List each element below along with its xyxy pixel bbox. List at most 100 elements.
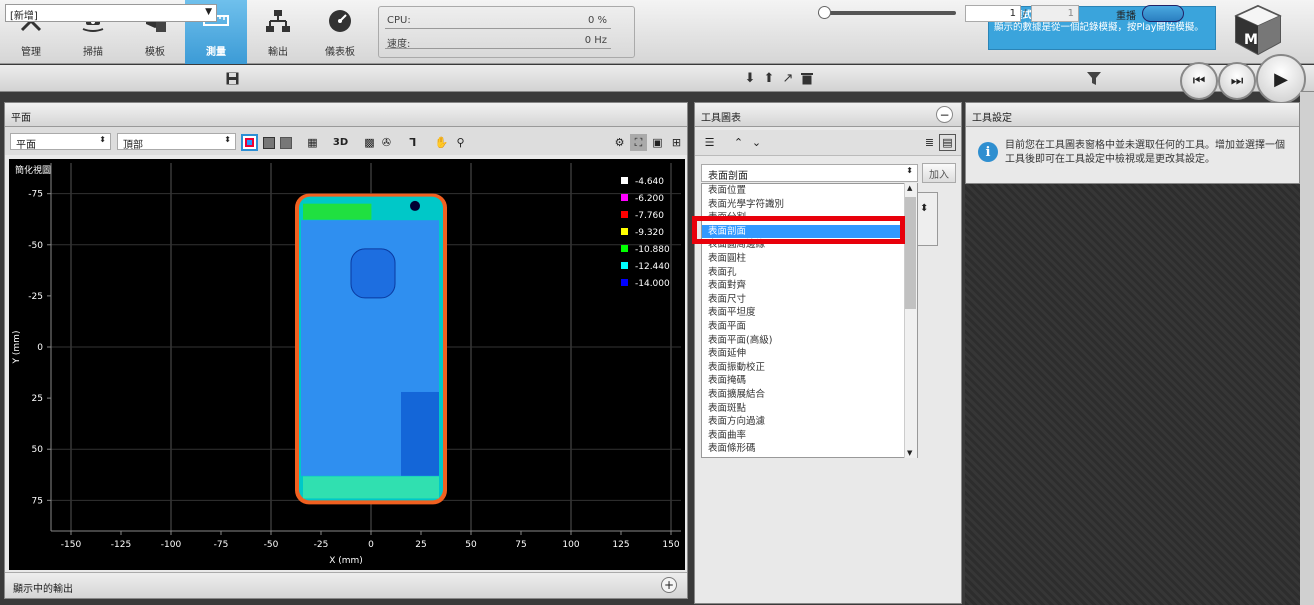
gray-mode-icon[interactable] (277, 134, 294, 151)
view-type-select[interactable]: 平面 ⬍ (10, 133, 111, 151)
trash-icon[interactable] (799, 70, 815, 86)
speed-metric: 速度: 0 Hz (385, 33, 611, 50)
scroll-down-icon[interactable]: ▼ (907, 449, 912, 457)
filter-icon[interactable] (1086, 70, 1102, 86)
chart-title: 簡化視圖 (15, 164, 51, 176)
dropdown-option[interactable]: 表面平面(高級) (702, 334, 906, 348)
hand-pan-icon[interactable]: ✋ (433, 134, 450, 151)
legend-swatch (621, 245, 628, 252)
dropdown-option[interactable]: 表面對齊 (702, 279, 906, 293)
dropdown-option[interactable]: 表面擴展結合 (702, 388, 906, 402)
export-icon[interactable]: ↗ (780, 70, 796, 86)
dropdown-option[interactable]: 表面尺寸 (702, 293, 906, 307)
settings-gear-icon[interactable]: ⚙ (611, 134, 628, 151)
3d-view-button[interactable]: 3D (332, 134, 349, 151)
color-mode-icon[interactable] (241, 134, 258, 151)
speed-value: 0 Hz (584, 35, 607, 46)
zoom-icon[interactable]: ⚲ (452, 134, 469, 151)
upload-icon[interactable]: ⬆ (761, 70, 777, 86)
page-current-input[interactable]: 1 (965, 5, 1021, 22)
toolbar-network-button[interactable]: 輸出 (247, 0, 309, 64)
plane-panel-title: 平面 (5, 103, 687, 127)
window-icon[interactable]: ▣ (649, 134, 666, 151)
highlight-box (692, 216, 905, 244)
mesh-icon[interactable]: ▩ (361, 134, 378, 151)
collapse-all-icon[interactable]: ⌄ (748, 134, 765, 151)
aperture-icon[interactable]: ✇ (378, 134, 395, 151)
tool-type-select[interactable]: 表面剖面 ⬍ (701, 164, 918, 182)
legend-label: -4.640 (635, 177, 664, 187)
y-tick-label: 50 (32, 445, 44, 455)
legend-swatch (621, 177, 628, 184)
y-tick-label: -50 (28, 241, 43, 251)
add-view-icon[interactable]: ⊞ (668, 134, 685, 151)
updown-icon: ⬍ (920, 203, 929, 214)
dropdown-option[interactable]: 表面圓柱 (702, 252, 906, 266)
play-button[interactable]: ▶ (1256, 54, 1306, 104)
x-tick-label: 50 (465, 540, 477, 550)
legend-swatch (621, 279, 628, 286)
empty-workspace (965, 184, 1300, 605)
toolbar-gauge-button[interactable]: 儀表板 (309, 0, 371, 64)
fit-view-icon[interactable]: ⛶ (630, 134, 647, 151)
dropdown-option[interactable]: 表面振動校正 (702, 361, 906, 375)
tool-settings-title: 工具設定 (966, 103, 1299, 127)
replay-toggle[interactable] (1142, 5, 1184, 22)
profile-icon[interactable]: ⅂ (404, 134, 421, 151)
view-position-select[interactable]: 頂部 ⬍ (117, 133, 236, 151)
playback-slider[interactable] (818, 11, 956, 15)
minus-icon: − (939, 107, 950, 122)
save-icon[interactable] (224, 70, 240, 86)
add-tool-button[interactable]: 加入 (922, 163, 956, 183)
x-tick-label: 125 (612, 540, 629, 550)
legend-label: -6.200 (635, 194, 664, 204)
next-frame-button[interactable]: ⏭ (1218, 62, 1256, 100)
dropdown-option[interactable]: 表面孔 (702, 266, 906, 280)
job-select[interactable]: [新增] ▼ (5, 4, 217, 22)
skip-back-icon: ⏮ (1192, 73, 1206, 89)
detail-view-icon[interactable]: ▤ (939, 134, 956, 151)
gauge-icon (327, 8, 353, 43)
x-tick-label: 75 (515, 540, 526, 550)
y-tick-label: 75 (32, 496, 43, 506)
dropdown-option[interactable]: 表面平坦度 (702, 306, 906, 320)
download-icon[interactable]: ⬇ (742, 70, 758, 86)
dropdown-option[interactable]: 表面掩碼 (702, 374, 906, 388)
tool-chart-title: 工具圖表 (695, 103, 961, 127)
grid-view-icon[interactable]: ▦ (304, 134, 321, 151)
expand-all-icon[interactable]: ⌃ (730, 134, 747, 151)
dropdown-scroll-thumb[interactable] (905, 197, 916, 309)
list-view-icon[interactable]: ☰ (701, 134, 718, 151)
x-tick-label: -25 (314, 540, 329, 550)
plot-area[interactable]: -150 -125 -100 -75 -50 -25 0 25 50 75 100 125 150 -75… (9, 159, 685, 570)
right-scrollbar[interactable] (1300, 92, 1314, 605)
expand-output-button[interactable]: + (661, 577, 677, 593)
x-tick-label: -75 (214, 540, 229, 550)
x-tick-label: -50 (264, 540, 279, 550)
legend-label: -9.320 (635, 228, 664, 238)
heatmap-chart: -150 -125 -100 -75 -50 -25 0 25 50 75 100 125 150 -75… (12, 163, 681, 566)
prev-frame-button[interactable]: ⏮ (1180, 62, 1218, 100)
dropdown-option[interactable]: 表面平面 (702, 320, 906, 334)
compact-view-icon[interactable]: ≣ (921, 134, 938, 151)
intensity-mode-icon[interactable] (260, 134, 277, 151)
dropdown-option[interactable]: 表面光學字符識別 (702, 198, 906, 212)
toolbar-label: 儀表板 (325, 47, 355, 58)
x-tick-label: 25 (415, 540, 426, 550)
scan-camera-cutout (350, 248, 396, 299)
collapse-panel-button[interactable]: − (936, 106, 953, 123)
dropdown-option[interactable]: 表面方向過濾 (702, 415, 906, 429)
x-tick-label: -150 (61, 540, 82, 550)
dropdown-option[interactable]: 表面延伸 (702, 347, 906, 361)
performance-box: CPU: 0 % 速度: 0 Hz (378, 6, 635, 58)
dropdown-option[interactable]: 表面條形碼 (702, 442, 906, 456)
scroll-up-icon[interactable]: ▲ (907, 184, 912, 192)
dropdown-option[interactable]: 表面位置 (702, 184, 906, 198)
dropdown-option[interactable]: 表面斑點 (702, 402, 906, 416)
tool-settings-info: 目前您在工具圖表窗格中並未選取任何的工具。增加並選擇一個工具後即可在工具設定中檢… (1005, 140, 1285, 165)
playback-slider-handle[interactable] (818, 6, 831, 19)
updown-icon: ⬍ (224, 135, 231, 144)
dropdown-option[interactable]: 表面曲率 (702, 429, 906, 443)
skip-forward-icon: ⏭ (1230, 73, 1244, 89)
y-tick-label: -25 (28, 292, 43, 302)
